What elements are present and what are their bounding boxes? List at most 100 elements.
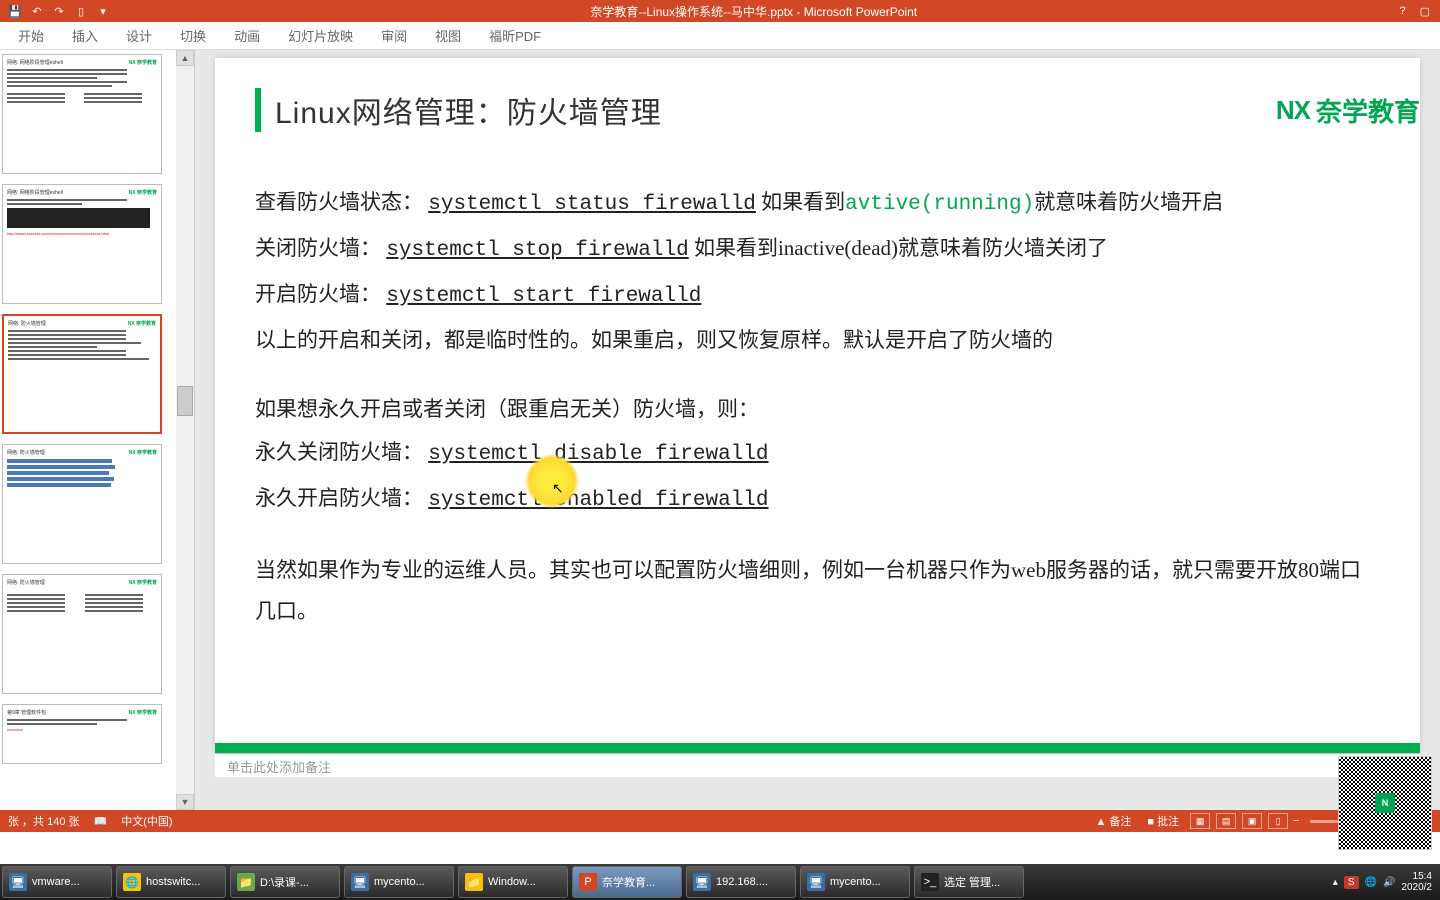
system-tray: ▴ S 🌐 🔊 15:4 2020/2 — [1325, 871, 1440, 893]
text: 永久关闭防火墙： — [255, 440, 428, 464]
taskbar-item[interactable]: 🖥 mycento... — [344, 866, 454, 898]
task-app-icon: >_ — [921, 873, 939, 891]
help-button[interactable]: ? — [1399, 5, 1405, 18]
tab-review[interactable]: 审阅 — [367, 22, 421, 49]
slide-thumbnail[interactable]: NX 奈学教育 网络: 防火墙管理 — [2, 314, 162, 434]
tray-up-icon[interactable]: ▴ — [1333, 877, 1338, 888]
thumb-brand: NX 奈学教育 — [129, 449, 157, 456]
workspace: NX 奈学教育 网络: 网络阶段管理eshell NX 奈学教育 网络: 网络阶… — [0, 50, 1440, 810]
task-label: D:\录课-... — [260, 874, 309, 890]
task-label: Window... — [488, 876, 536, 888]
undo-icon[interactable]: ↶ — [30, 4, 44, 18]
task-label: 选定 管理... — [944, 874, 1000, 890]
text: 如果想永久开启或者关闭（跟重启无关）防火墙，则： — [255, 389, 1380, 430]
tab-slideshow[interactable]: 幻灯片放映 — [274, 22, 367, 49]
text: 如果看到inactive(dead)就意味着防火墙关闭了 — [694, 236, 1108, 260]
text: 就意味着防火墙开启 — [1034, 190, 1223, 214]
qat-dropdown-icon[interactable]: ▾ — [96, 4, 110, 18]
thumb-brand: NX 奈学教育 — [128, 320, 156, 327]
sorter-view-button[interactable]: ▤ — [1216, 813, 1236, 829]
tab-view[interactable]: 视图 — [421, 22, 475, 49]
taskbar-item[interactable]: 🌐 hostswitc... — [116, 866, 226, 898]
task-label: hostswitc... — [146, 876, 200, 888]
ime-indicator[interactable]: S — [1344, 876, 1359, 889]
notes-pane[interactable]: 单击此处添加备注 — [215, 753, 1420, 777]
thumb-brand: NX 奈学教育 — [129, 709, 157, 716]
text: 以上的开启和关闭，都是临时性的。如果重启，则又恢复原样。默认是开启了防火墙的 — [255, 320, 1380, 361]
tray-time[interactable]: 15:4 — [1401, 871, 1432, 882]
redo-icon[interactable]: ↷ — [52, 4, 66, 18]
spellcheck-icon[interactable]: 📖 — [94, 815, 108, 828]
slide-title: Linux网络管理：防火墙管理 — [275, 88, 662, 132]
brand-logo: NX 奈学教育 — [1276, 92, 1420, 129]
text: 如果看到 — [761, 190, 845, 214]
tab-home[interactable]: 开始 — [4, 22, 58, 49]
zoom-out-button[interactable]: − — [1293, 815, 1299, 827]
scroll-handle[interactable] — [177, 386, 193, 416]
text: 当然如果作为专业的运维人员。其实也可以配置防火墙细则，例如一台机器只作为web服… — [255, 550, 1380, 632]
task-app-icon: 🖥 — [807, 873, 825, 891]
tab-design[interactable]: 设计 — [112, 22, 166, 49]
task-app-icon: 🖥 — [9, 873, 27, 891]
task-label: mycento... — [374, 876, 425, 888]
thumb-brand: NX 奈学教育 — [129, 59, 157, 66]
scroll-down-button[interactable]: ▼ — [176, 794, 194, 810]
task-app-icon: 🖥 — [351, 873, 369, 891]
thumbnail-scrollbar[interactable]: ▲ ▼ — [176, 50, 194, 810]
comments-toggle-button[interactable]: ■ 批注 — [1141, 812, 1185, 830]
thumbnail-panel: NX 奈学教育 网络: 网络阶段管理eshell NX 奈学教育 网络: 网络阶… — [0, 50, 195, 810]
taskbar-item[interactable]: >_ 选定 管理... — [914, 866, 1024, 898]
taskbar-item[interactable]: 🖥192.168.... — [686, 866, 796, 898]
tab-transitions[interactable]: 切换 — [166, 22, 220, 49]
slide-thumbnail[interactable]: NX 奈学教育 网络: 防火墙管理 — [2, 444, 162, 564]
taskbar-item[interactable]: 📁 D:\录课-... — [230, 866, 340, 898]
taskbar: 🖥vmware...🌐hostswitc...📁D:\录课-...🖥mycent… — [0, 864, 1440, 900]
taskbar-item[interactable]: 🖥mycento... — [800, 866, 910, 898]
statusbar: 张 ，共 140 张 📖 中文(中国) ▲ 备注 ■ 批注 ▦ ▤ ▣ ▯ − … — [0, 810, 1440, 832]
tab-animations[interactable]: 动画 — [220, 22, 274, 49]
window-title: 奈学教育--Linux操作系统--马中华.pptx - Microsoft Po… — [118, 3, 1389, 20]
tab-foxit-pdf[interactable]: 福昕PDF — [475, 22, 555, 49]
thumb-brand: NX 奈学教育 — [129, 189, 157, 196]
text: 永久开启防火墙： — [255, 486, 428, 510]
command-text: systemctl status firewalld — [428, 193, 756, 216]
qr-logo-icon: N — [1375, 793, 1395, 813]
tab-insert[interactable]: 插入 — [58, 22, 112, 49]
command-text: systemctl start firewalld — [386, 285, 701, 308]
ribbon-toggle-button[interactable]: ▢ — [1420, 5, 1430, 18]
language-indicator[interactable]: 中文(中国) — [121, 813, 172, 829]
cursor-icon: ↖ — [552, 480, 564, 497]
slide-content: 查看防火墙状态： systemctl status firewalld 如果看到… — [255, 182, 1380, 631]
task-label: vmware... — [32, 876, 80, 888]
taskbar-item[interactable]: 📁Window... — [458, 866, 568, 898]
tray-date[interactable]: 2020/2 — [1401, 882, 1432, 893]
notes-placeholder: 单击此处添加备注 — [227, 760, 331, 775]
task-app-icon: 📁 — [237, 873, 255, 891]
status-running-text: avtive(running) — [845, 193, 1034, 216]
tray-sound-icon[interactable]: 🔊 — [1383, 877, 1395, 888]
slide-thumbnail[interactable]: NX 奈学教育 网络: 网络阶段管理eshell http://www.xxxx… — [2, 184, 162, 304]
slideshow-icon[interactable]: ▯ — [74, 4, 88, 18]
task-app-icon: 🌐 — [123, 873, 141, 891]
slide-editor-area: Linux网络管理：防火墙管理 NX 奈学教育 查看防火墙状态： systemc… — [195, 50, 1440, 810]
save-icon[interactable]: 💾 — [8, 4, 22, 18]
reading-view-button[interactable]: ▣ — [1242, 813, 1262, 829]
notes-toggle-button[interactable]: ▲ 备注 — [1089, 812, 1137, 830]
slide-canvas[interactable]: Linux网络管理：防火墙管理 NX 奈学教育 查看防火墙状态： systemc… — [215, 58, 1420, 753]
slide-counter: 张 ，共 140 张 — [8, 813, 80, 829]
text: 查看防火墙状态： — [255, 190, 423, 214]
command-text: systemctl disable firewalld — [428, 443, 768, 466]
taskbar-item[interactable]: 🖥 vmware... — [2, 866, 112, 898]
slide-thumbnail[interactable]: NX 奈学教育 网络: 防火墙管理 — [2, 574, 162, 694]
taskbar-item[interactable]: P奈学教育... — [572, 866, 682, 898]
scroll-up-button[interactable]: ▲ — [176, 50, 194, 66]
tray-network-icon[interactable]: 🌐 — [1365, 877, 1377, 888]
slide-thumbnail[interactable]: NX 奈学教育 网络: 网络阶段管理eshell — [2, 54, 162, 174]
text: 关闭防火墙： — [255, 236, 386, 260]
slide-thumbnail[interactable]: NX 奈学教育 第9章 管理软件包 xxxxxxxx — [2, 704, 162, 764]
text: 开启防火墙： — [255, 282, 386, 306]
slide-footer-bar — [215, 743, 1420, 753]
normal-view-button[interactable]: ▦ — [1190, 813, 1210, 829]
task-label: 192.168.... — [716, 876, 768, 888]
slideshow-view-button[interactable]: ▯ — [1268, 813, 1288, 829]
